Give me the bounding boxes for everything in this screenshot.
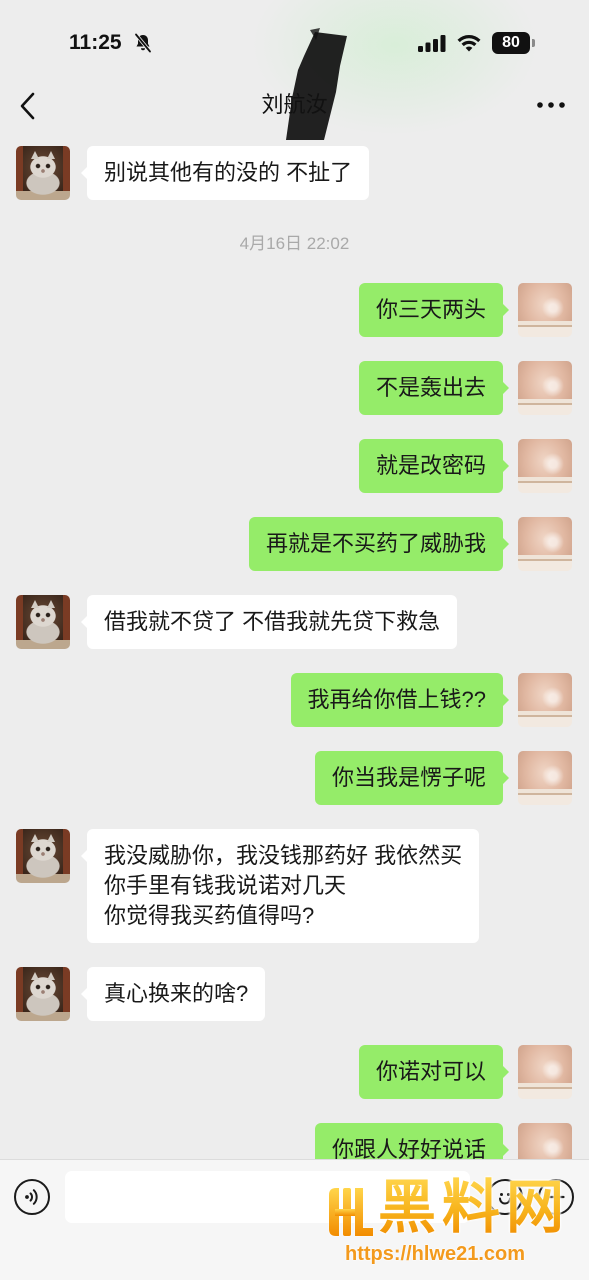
battery-icon: 80 [492,32,535,54]
message-text: 别说其他有的没的 不扯了 [104,160,353,185]
battery-nub [532,39,535,47]
wifi-icon [457,35,481,52]
watermark-logo-icon [329,1188,373,1236]
redaction-scribble [286,28,347,140]
watermark: 黑料网 https://hlwe21.com [322,1175,586,1274]
message-text: 真心换来的啥? [104,981,249,1006]
message-text: 不是轰出去 [375,375,486,400]
message-bubble[interactable]: 你三天两头 [358,283,510,337]
more-icon [537,102,565,108]
message-bubble[interactable]: 真心换来的啥? [80,967,266,1021]
message-text: 我没威胁你，我没钱那药好 我依然买 你手里有钱我说诺对几天 你觉得我买药值得吗? [104,843,463,928]
battery-level: 80 [502,34,520,51]
contact-avatar[interactable] [16,146,70,200]
my-avatar[interactable] [518,1045,572,1099]
message-row: 就是改密码 [0,439,589,493]
my-avatar[interactable] [518,439,572,493]
contact-avatar[interactable] [16,829,70,883]
message-row: 别说其他有的没的 不扯了 [0,146,589,200]
message-bubble[interactable]: 我没威胁你，我没钱那药好 我依然买 你手里有钱我说诺对几天 你觉得我买药值得吗? [80,829,480,943]
watermark-brand: 黑料网 [378,1175,571,1240]
message-text: 再就是不买药了威胁我 [265,531,486,556]
my-avatar[interactable] [518,361,572,415]
message-text: 你诺对可以 [375,1059,486,1084]
message-bubble[interactable]: 再就是不买药了威胁我 [248,517,510,571]
message-row: 你三天两头 [0,283,589,337]
message-timestamp: 4月16日 22:02 [239,234,350,253]
watermark-url: https://hlwe21.com [345,1243,526,1265]
my-avatar[interactable] [518,673,572,727]
message-row: 真心换来的啥? [0,967,589,1021]
more-button[interactable] [536,100,566,110]
chevron-left-icon [20,92,35,120]
message-text: 你跟人好好说话 [331,1137,486,1160]
contact-avatar[interactable] [16,967,70,1021]
my-avatar[interactable] [518,751,572,805]
message-bubble[interactable]: 你跟人好好说话 [314,1123,510,1160]
message-row: 再就是不买药了威胁我 [0,517,589,571]
nav-bar: 刘航汝 [0,28,589,140]
voice-button[interactable] [14,1179,50,1215]
message-row: 我没威胁你，我没钱那药好 我依然买 你手里有钱我说诺对几天 你觉得我买药值得吗? [0,829,589,943]
message-row: 不是轰出去 [0,361,589,415]
message-bubble[interactable]: 就是改密码 [358,439,510,493]
message-row: 借我就不贷了 不借我就先贷下救急 [0,595,589,649]
contact-avatar[interactable] [16,595,70,649]
chat-screen: 11:25 80 刘航汝 [0,0,589,1280]
message-bubble[interactable]: 你当我是愣子呢 [314,751,510,805]
message-text: 你三天两头 [375,297,486,322]
message-bubble[interactable]: 你诺对可以 [358,1045,510,1099]
my-avatar[interactable] [518,517,572,571]
message-list[interactable]: 别说其他有的没的 不扯了 4月16日 22:02 你三天两头 不是轰出去 就是改… [0,136,589,1160]
message-bubble[interactable]: 别说其他有的没的 不扯了 [80,146,370,200]
message-row: 你跟人好好说话 [0,1123,589,1160]
back-button[interactable] [19,92,37,120]
message-row: 你当我是愣子呢 [0,751,589,805]
my-avatar[interactable] [518,1123,572,1160]
message-row: 我再给你借上钱?? [0,673,589,727]
message-text: 你当我是愣子呢 [331,765,486,790]
message-bubble[interactable]: 我再给你借上钱?? [290,673,510,727]
message-text: 借我就不贷了 不借我就先贷下救急 [104,609,441,634]
status-time: 11:25 [69,31,122,54]
voice-icon [25,1189,38,1205]
signal-icon [418,35,446,52]
message-text: 就是改密码 [375,453,486,478]
message-row: 你诺对可以 [0,1045,589,1099]
message-bubble[interactable]: 不是轰出去 [358,361,510,415]
message-text: 我再给你借上钱?? [307,687,486,712]
message-bubble[interactable]: 借我就不贷了 不借我就先贷下救急 [80,595,458,649]
bell-slash-icon [134,33,152,53]
my-avatar[interactable] [518,283,572,337]
